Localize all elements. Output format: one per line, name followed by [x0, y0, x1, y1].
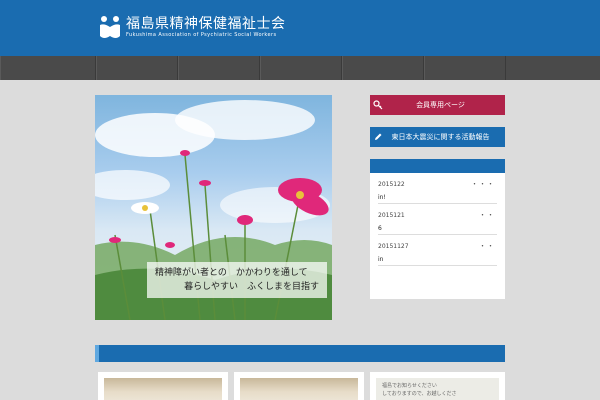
section-header-band — [95, 345, 505, 362]
news-more: ・・・ — [471, 180, 495, 188]
nav-item-4[interactable] — [260, 56, 342, 80]
news-more: ・・ — [479, 242, 495, 250]
card-image: 福島でお知らせください しておりますので、お越しくださ — [376, 378, 499, 400]
news-title: in — [378, 256, 384, 263]
card-image — [104, 378, 222, 400]
site-header: 福島県精神保健福祉士会 Fukushima Association of Psy… — [0, 0, 600, 56]
nav-item-6[interactable] — [424, 56, 506, 80]
news-item[interactable]: 2015121 6 ・・ — [378, 204, 497, 235]
news-panel-header — [370, 159, 505, 173]
disaster-report-label: 東日本大震災に関する活動報告 — [391, 133, 490, 141]
hero-caption: 精神障がい者との かかわりを通して 暮らしやすい ふくしまを目指す — [147, 262, 327, 298]
news-item[interactable]: 20151127 in ・・ — [378, 235, 497, 266]
nav-item-2[interactable] — [96, 56, 178, 80]
news-title: 6 — [378, 225, 382, 232]
nav-item-1[interactable] — [0, 56, 96, 80]
card-2[interactable] — [234, 372, 364, 400]
hero-caption-line1: 精神障がい者との かかわりを通して — [155, 268, 308, 278]
news-item[interactable]: 2015122 in! ・・・ — [378, 173, 497, 204]
site-title: 福島県精神保健福祉士会 — [126, 15, 286, 32]
nav-item-3[interactable] — [178, 56, 260, 80]
hero-image: 精神障がい者との かかわりを通して 暮らしやすい ふくしまを目指す — [95, 95, 332, 320]
card-image — [240, 378, 358, 400]
news-title: in! — [378, 194, 386, 201]
news-more: ・・ — [479, 211, 495, 219]
card-text-line2: しておりますので、お越しくださ — [382, 391, 457, 397]
disaster-report-button[interactable]: 東日本大震災に関する活動報告 — [370, 127, 505, 147]
site-logo[interactable]: 福島県精神保健福祉士会 Fukushima Association of Psy… — [98, 14, 286, 40]
card-3[interactable]: 福島でお知らせください しておりますので、お越しくださ — [370, 372, 505, 400]
logo-icon — [100, 16, 120, 38]
card-1[interactable] — [98, 372, 228, 400]
global-nav — [0, 56, 600, 80]
hero-caption-line2: 暮らしやすい ふくしまを目指す — [184, 282, 319, 292]
news-panel: 2015122 in! ・・・ 2015121 6 ・・ 20151127 in… — [370, 159, 505, 299]
key-icon — [370, 95, 386, 115]
member-page-label: 会員専用ページ — [416, 101, 465, 109]
pencil-icon — [370, 127, 386, 147]
news-item[interactable] — [378, 266, 497, 297]
card-text-line1: 福島でお知らせください — [382, 383, 437, 389]
member-page-button[interactable]: 会員専用ページ — [370, 95, 505, 115]
nav-item-5[interactable] — [342, 56, 424, 80]
site-subtitle: Fukushima Association of Psychiatric Soc… — [126, 31, 277, 38]
